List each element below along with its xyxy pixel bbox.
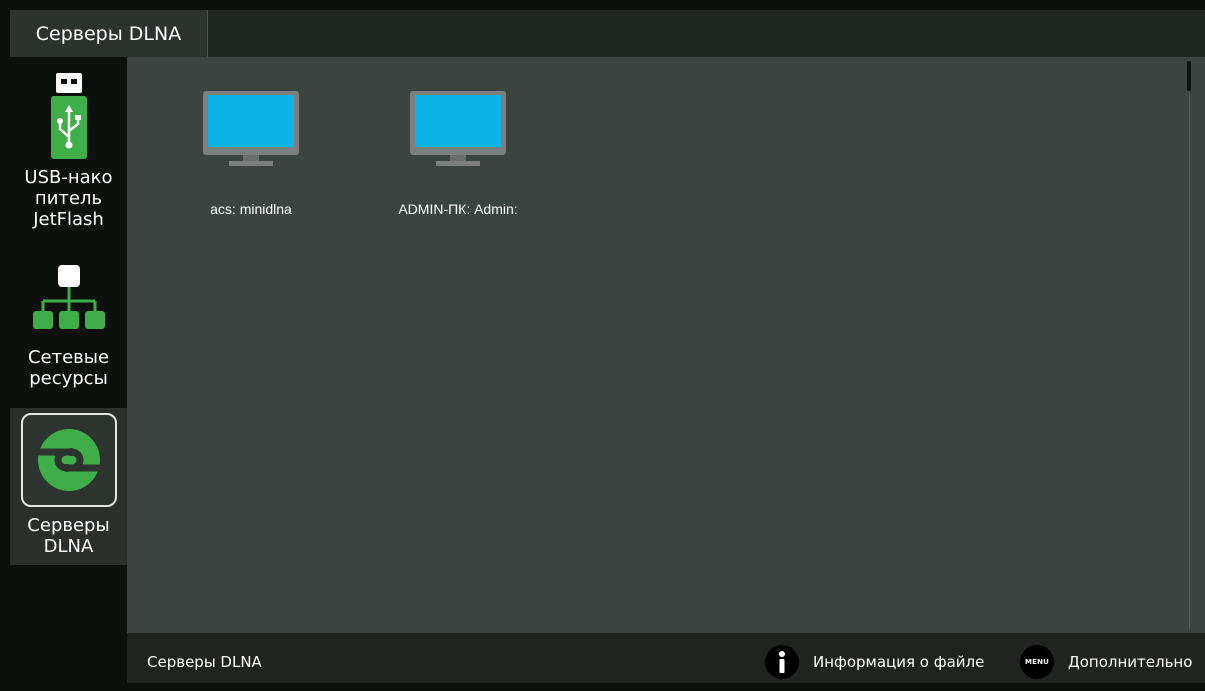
label-line: ресурсы [29, 368, 108, 389]
label-line: Серверы [27, 515, 110, 536]
sidebar-item-label: Сетевые ресурсы [10, 347, 127, 389]
server-grid: acs: minidlna ADMIN-ПК: Admin: [127, 57, 1205, 633]
network-tree-icon [32, 265, 105, 329]
server-name: ADMIN-ПК: Admin: [398, 201, 518, 217]
sidebar-item-network[interactable]: Сетевые ресурсы [10, 247, 127, 407]
sidebar-item-label: USB-нако питель JetFlash [10, 167, 127, 230]
breadcrumb: Серверы DLNA [147, 653, 262, 671]
info-icon [765, 645, 799, 679]
more-options-hint[interactable]: MENU Дополнительно [1020, 633, 1192, 683]
sidebar-item-label: Серверы DLNA [10, 515, 127, 557]
scrollbar-track[interactable] [1189, 93, 1190, 629]
server-item[interactable]: ADMIN-ПК: Admin: [368, 91, 548, 217]
label-line: DLNA [43, 536, 94, 557]
label-line: Сетевые [27, 347, 110, 368]
monitor-icon [203, 91, 299, 166]
sidebar: USB-нако питель JetFlash Сетевые ресурсы [10, 57, 127, 683]
label-line: USB-нако [24, 167, 113, 188]
tab-title: Серверы DLNA [35, 22, 182, 45]
more-label: Дополнительно [1068, 653, 1193, 671]
label-line: JetFlash [33, 209, 104, 230]
dlna-icon [36, 429, 101, 491]
menu-button-icon: MENU [1020, 645, 1054, 679]
scrollbar-thumb[interactable] [1187, 61, 1191, 91]
menu-badge: MENU [1024, 658, 1050, 666]
server-name: acs: minidlna [210, 201, 292, 217]
sidebar-item-usb[interactable]: USB-нако питель JetFlash [10, 57, 127, 244]
usb-drive-icon [50, 73, 87, 159]
sidebar-item-dlna[interactable]: Серверы DLNA [10, 408, 127, 565]
top-bar: Серверы DLNA [10, 10, 1205, 57]
bottom-bar: Серверы DLNA Информация о файле MENU Доп… [127, 633, 1205, 683]
label-line: питель [34, 188, 103, 209]
monitor-icon [410, 91, 506, 166]
tab-dlna-servers[interactable]: Серверы DLNA [10, 10, 208, 57]
dlna-icon-frame [20, 413, 117, 507]
file-info-hint[interactable]: Информация о файле [765, 633, 984, 683]
server-item[interactable]: acs: minidlna [161, 91, 341, 217]
info-label: Информация о файле [813, 653, 985, 671]
